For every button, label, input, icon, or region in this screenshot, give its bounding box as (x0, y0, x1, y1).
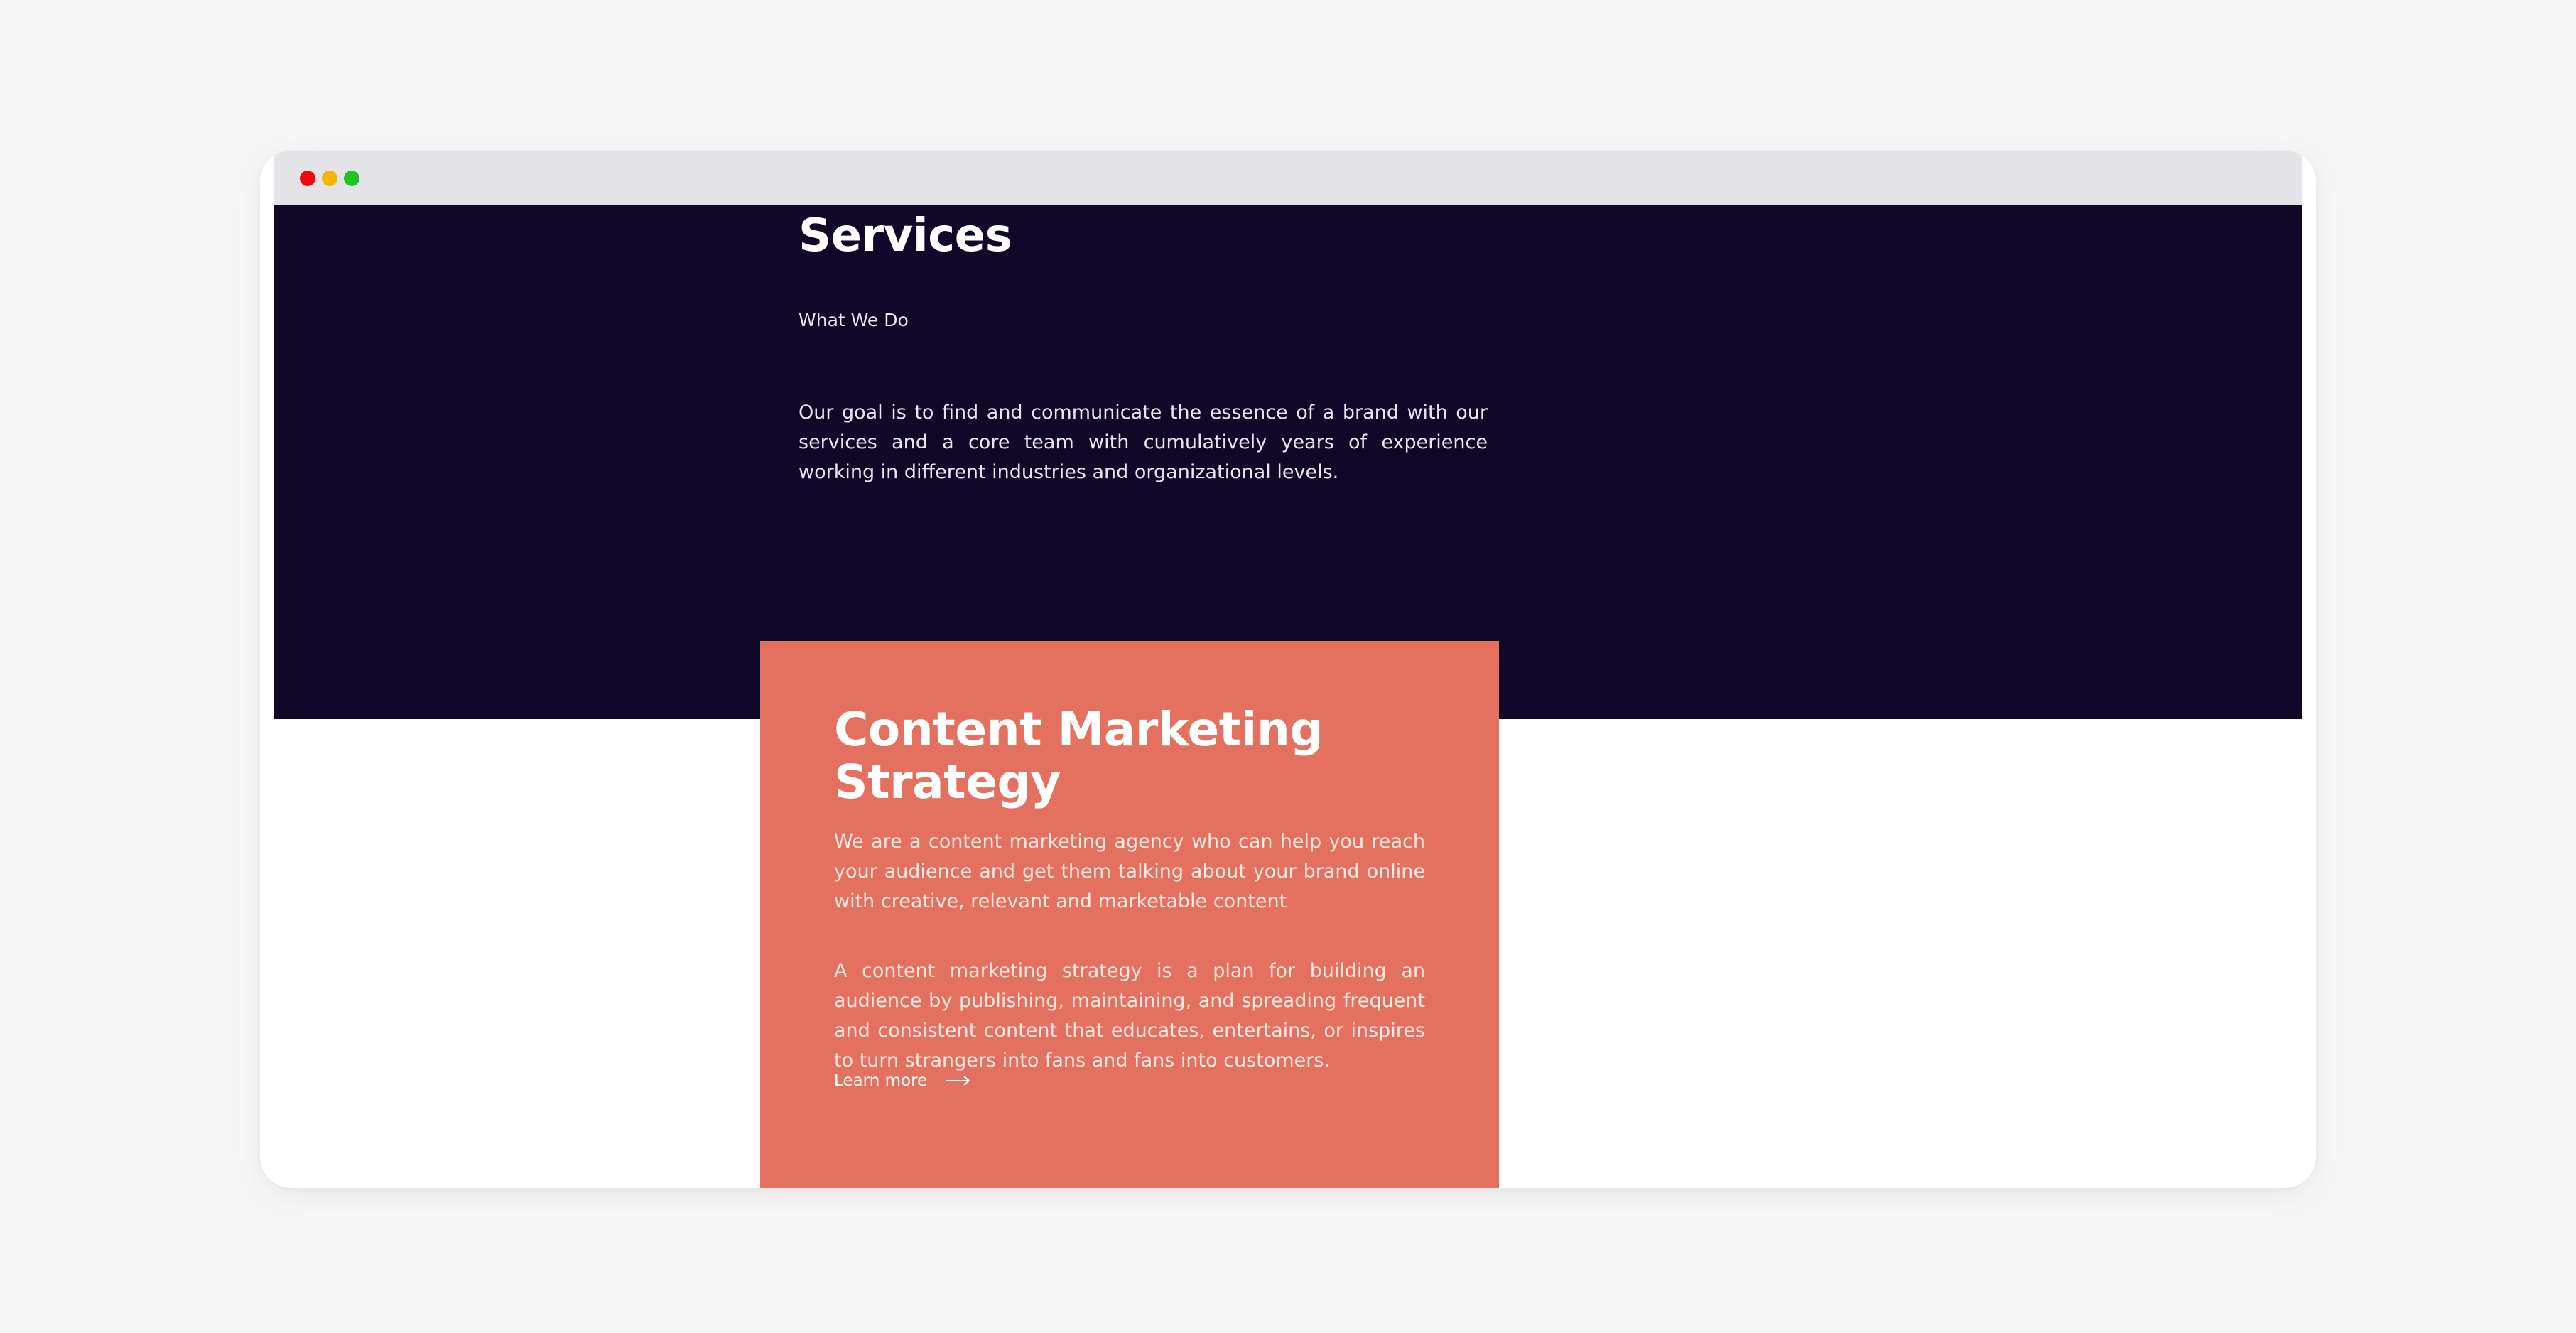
long-arrow-right-icon (946, 1074, 971, 1088)
window-titlebar (274, 151, 2302, 205)
learn-more-link[interactable]: Learn more (834, 1072, 971, 1090)
service-card-intro: We are a content marketing agency who ca… (834, 831, 1425, 912)
service-card-content-marketing: Content Marketing Strategy We are a cont… (760, 641, 1499, 1188)
maximize-window-button[interactable] (344, 171, 359, 186)
what-we-do-subtitle: What We Do (799, 310, 909, 330)
services-heading: Services (799, 210, 1012, 262)
close-window-button[interactable] (300, 171, 315, 186)
service-card-details: A content marketing strategy is a plan f… (834, 960, 1425, 1072)
browser-window: Services What We Do Our goal is to find … (260, 151, 2316, 1188)
services-description: Our goal is to find and communicate the … (799, 401, 1488, 483)
minimize-window-button[interactable] (322, 171, 337, 186)
learn-more-label: Learn more (834, 1072, 928, 1090)
service-card-title: Content Marketing Strategy (834, 702, 1324, 809)
